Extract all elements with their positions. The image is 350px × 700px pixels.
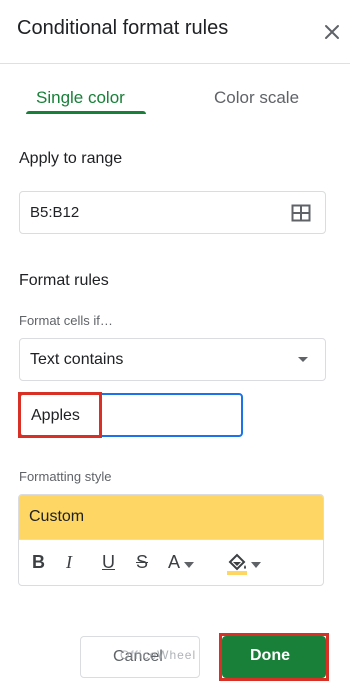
grid-select-icon[interactable] (291, 204, 311, 222)
underline-button[interactable]: U (102, 552, 115, 576)
apply-to-range-heading: Apply to range (19, 150, 123, 167)
red-highlight-box (18, 392, 102, 438)
tab-single-color[interactable]: Single color (36, 88, 125, 108)
condition-label: Format cells if… (19, 313, 113, 328)
formatting-style-box: Custom B I U S A (18, 494, 324, 586)
bold-button[interactable]: B (32, 552, 45, 576)
fill-color-icon[interactable] (225, 550, 249, 576)
red-highlight-box (219, 633, 329, 681)
formatting-style-label: Formatting style (19, 469, 112, 484)
range-value[interactable]: B5:B12 (30, 204, 79, 221)
style-preset-label: Custom (29, 508, 85, 525)
dialog-title: Conditional format rules (17, 17, 229, 39)
tab-color-scale[interactable]: Color scale (214, 88, 299, 108)
strikethrough-button[interactable]: S (136, 552, 148, 576)
italic-button[interactable]: I (66, 552, 72, 576)
active-tab-indicator (26, 111, 146, 114)
chevron-down-icon (298, 357, 308, 362)
text-color-button[interactable]: A (168, 552, 180, 576)
fill-color-dropdown-icon[interactable] (251, 562, 261, 568)
text-color-dropdown-icon[interactable] (184, 562, 194, 568)
watermark: OfficeWheel (120, 648, 197, 662)
condition-dropdown[interactable]: Text contains (19, 338, 326, 381)
close-icon[interactable] (322, 22, 342, 42)
style-preset-dropdown[interactable]: Custom (19, 495, 323, 539)
format-rules-heading: Format rules (19, 272, 109, 289)
dialog-header: Conditional format rules (0, 0, 350, 64)
condition-value: Text contains (30, 351, 124, 368)
format-toolbar: B I U S A (19, 539, 323, 585)
range-input[interactable]: B5:B12 (19, 191, 326, 234)
